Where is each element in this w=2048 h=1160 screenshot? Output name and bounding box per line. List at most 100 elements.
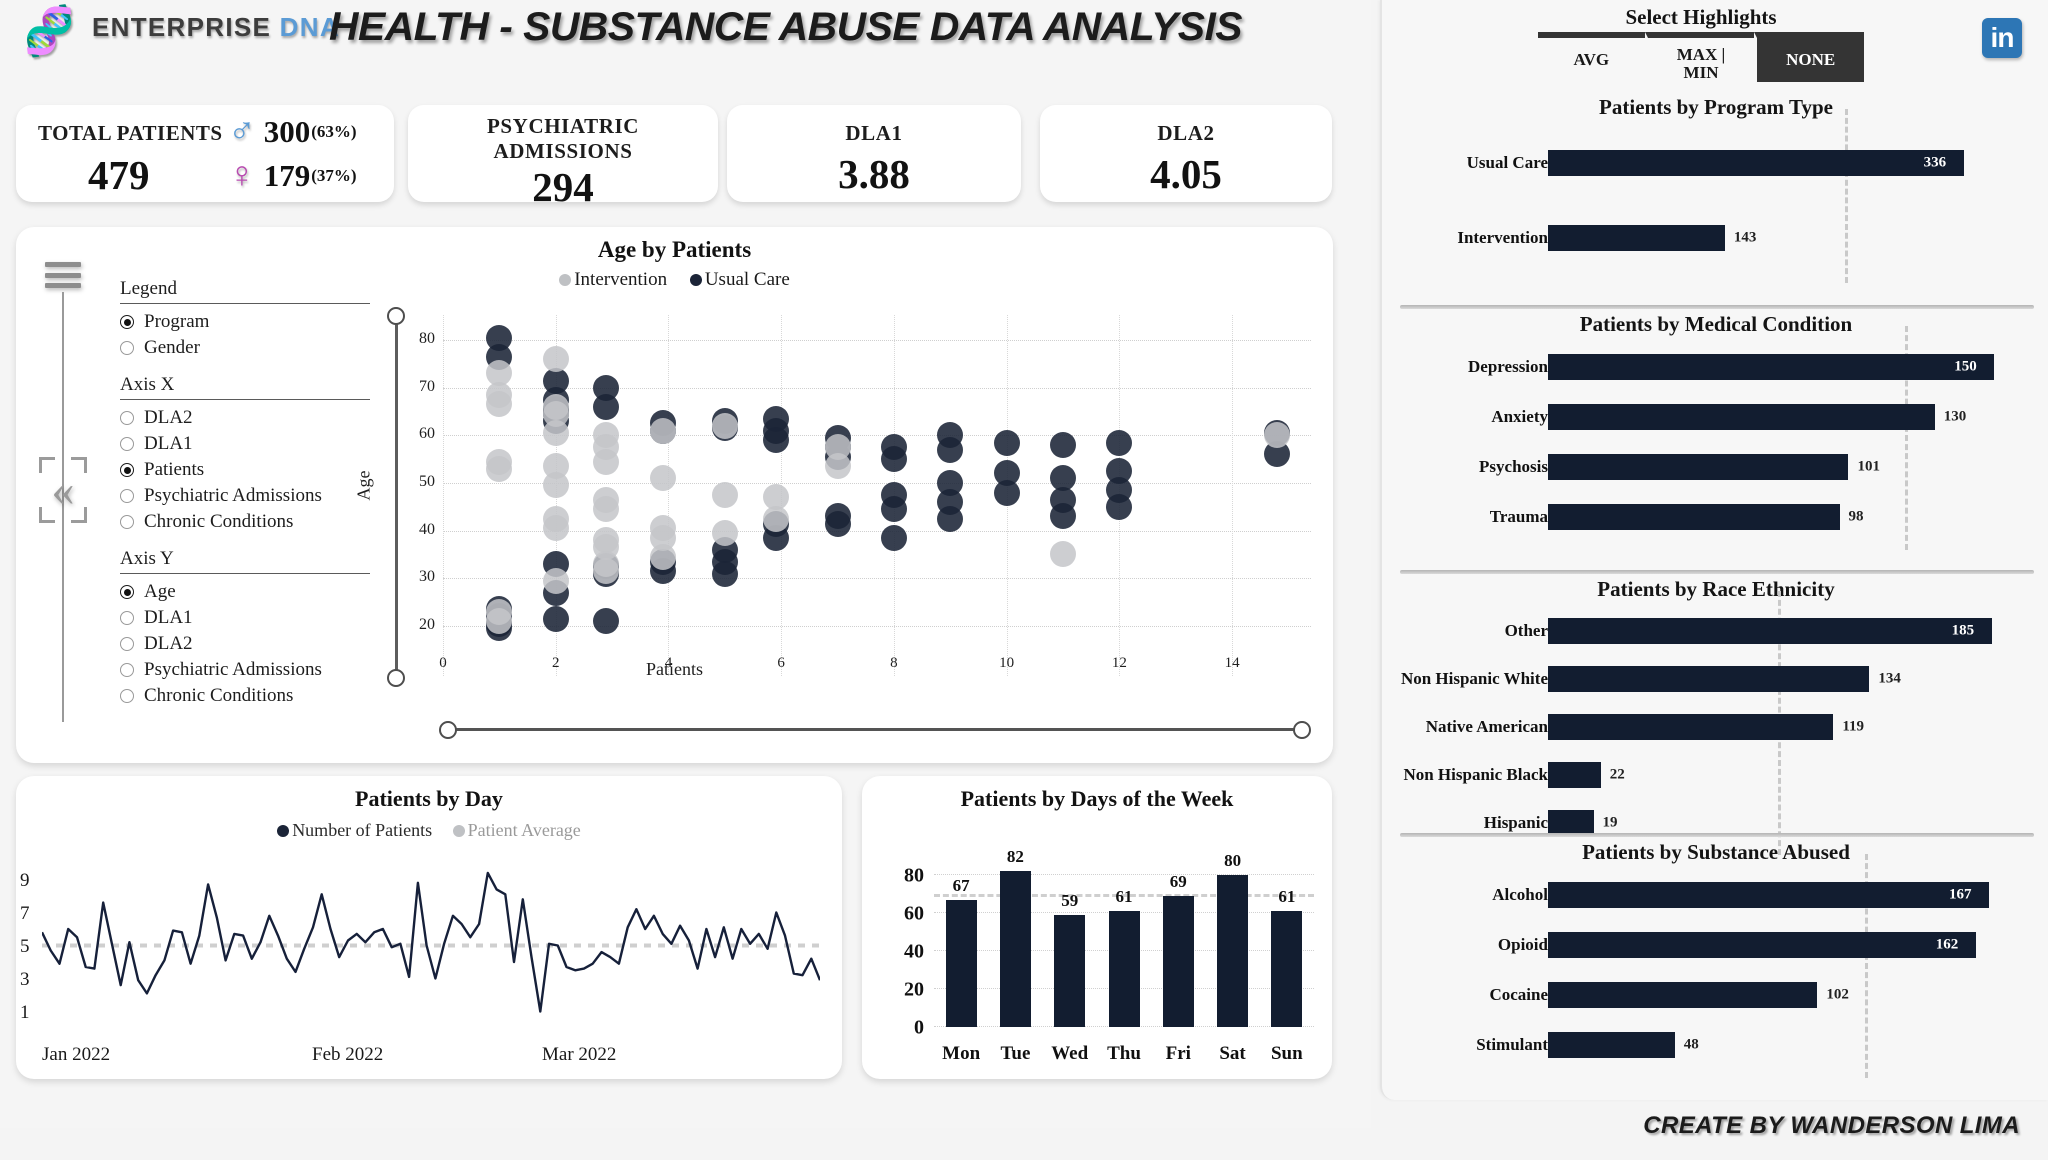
horizontal-bar[interactable] [1548,982,1818,1008]
y-axis-tick-label: 40 [419,520,435,538]
bar[interactable] [1217,874,1249,1027]
horizontal-bar[interactable] [1548,354,1995,380]
radio-button-icon[interactable] [120,585,134,599]
bar-x-axis-tick-label: Sun [1270,1043,1303,1064]
bar[interactable] [945,899,977,1027]
filter-option-psychiatric-admissions[interactable]: Psychiatric Admissions [120,657,370,683]
horizontal-bar[interactable] [1548,618,1992,644]
filter-option-patients[interactable]: Patients [120,457,370,483]
slider-knob-top[interactable] [387,307,405,325]
hamburger-menu-icon[interactable] [45,262,81,288]
horizontal-bar[interactable] [1548,882,1989,908]
filter-option-age[interactable]: Age [120,579,370,605]
scatter-bubble[interactable] [649,417,676,444]
scatter-bubble[interactable] [1050,503,1076,530]
scatter-bubble[interactable] [649,543,676,570]
horizontal-bar[interactable] [1548,454,1849,480]
bar-category-label: Non Hispanic Black [1403,765,1548,784]
scatter-bubble[interactable] [993,479,1020,506]
filter-option-psychiatric-admissions[interactable]: Psychiatric Admissions [120,483,370,509]
bar-value-label: 67 [952,875,970,895]
scatter-bubble[interactable] [593,393,620,420]
scatter-bubble[interactable] [593,608,620,635]
bar[interactable] [1271,910,1303,1027]
scatter-bubble[interactable] [711,412,738,439]
scatter-bubble[interactable] [542,567,569,594]
scatter-bubble[interactable] [542,472,569,499]
bar[interactable] [1108,910,1140,1027]
linkedin-icon[interactable]: in [1982,18,2022,58]
y-axis-tick-label: 80 [419,330,435,348]
scatter-bubble[interactable] [711,520,738,547]
scatter-bubble[interactable] [649,465,676,492]
radio-button-icon[interactable] [120,637,134,651]
scatter-bubble[interactable] [1050,431,1076,458]
horizontal-bar[interactable] [1548,714,1834,740]
scatter-bubble[interactable] [1106,493,1133,520]
scatter-bubble[interactable] [711,560,738,587]
highlight-button-avg[interactable]: AVG [1538,32,1645,82]
radio-button-icon[interactable] [120,689,134,703]
scatter-bubble[interactable] [542,419,569,446]
radio-button-icon[interactable] [120,411,134,425]
radio-button-icon[interactable] [120,315,134,329]
highlight-button-none[interactable]: NONE [1754,32,1865,82]
scatter-bubble[interactable] [937,505,964,532]
bar[interactable] [999,871,1031,1027]
line-x-axis-tick-label: Jan 2022 [42,1044,111,1065]
horizontal-bar[interactable] [1548,932,1976,958]
radio-button-icon[interactable] [120,663,134,677]
horizontal-bar[interactable] [1548,404,1935,430]
radio-button-icon[interactable] [120,463,134,477]
radio-button-icon[interactable] [120,611,134,625]
scatter-bubble[interactable] [824,510,851,537]
filter-option-dla1[interactable]: DLA1 [120,605,370,631]
radio-button-icon[interactable] [120,341,134,355]
scatter-bubble[interactable] [593,496,620,523]
scatter-bubble[interactable] [880,524,907,551]
filter-option-dla2[interactable]: DLA2 [120,631,370,657]
scatter-bubble[interactable] [762,505,789,532]
scatter-bubble[interactable] [486,391,513,418]
horizontal-bar[interactable] [1548,666,1870,692]
scatter-bubble[interactable] [762,427,789,454]
scatter-bubble[interactable] [993,429,1020,456]
scatter-bubble[interactable] [542,515,569,542]
scatter-bubble[interactable] [711,481,738,508]
scatter-bubble[interactable] [542,605,569,632]
double-chevron-left-icon[interactable]: « [37,455,89,525]
scatter-bubble[interactable] [486,455,513,482]
scatter-bubble[interactable] [824,453,851,480]
x-axis-range-slider[interactable] [439,721,1311,739]
gridline [443,530,1311,532]
bar[interactable] [1054,914,1086,1027]
radio-button-icon[interactable] [120,515,134,529]
legend-item-intervention: Intervention [559,269,667,291]
filter-option-dla1[interactable]: DLA1 [120,431,370,457]
filter-option-label: Gender [144,337,200,358]
highlight-button-max-min[interactable]: MAX | MIN [1644,32,1755,82]
radio-button-icon[interactable] [120,489,134,503]
filter-option-program[interactable]: Program [120,309,370,335]
y-axis-range-slider[interactable] [386,307,406,687]
scatter-bubble[interactable] [542,346,569,373]
horizontal-bar[interactable] [1548,504,1840,530]
scatter-bubble[interactable] [1106,429,1133,456]
filter-option-dla2[interactable]: DLA2 [120,405,370,431]
horizontal-bar[interactable] [1548,1032,1675,1058]
radio-button-icon[interactable] [120,437,134,451]
scatter-bubble[interactable] [880,446,907,473]
bar[interactable] [1162,895,1194,1027]
slider-knob-right[interactable] [1293,721,1311,739]
horizontal-bar[interactable] [1548,149,1964,176]
slider-knob-left[interactable] [439,721,457,739]
horizontal-bar[interactable] [1548,762,1601,788]
scatter-bubble[interactable] [880,496,907,523]
scatter-bubble[interactable] [593,448,620,475]
filter-option-gender[interactable]: Gender [120,335,370,361]
horizontal-bar[interactable] [1548,224,1725,251]
filter-option-chronic-conditions[interactable]: Chronic Conditions [120,683,370,709]
filter-option-chronic-conditions[interactable]: Chronic Conditions [120,509,370,535]
scatter-bubble[interactable] [1050,541,1076,568]
scatter-bubble[interactable] [937,436,964,463]
